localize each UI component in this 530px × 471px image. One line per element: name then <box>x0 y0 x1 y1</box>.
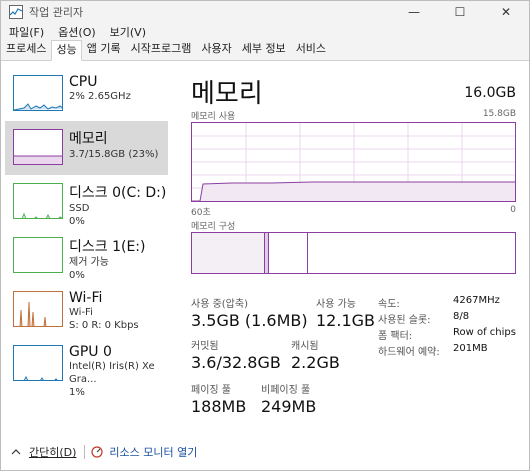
usage-graph-max: 15.8GB <box>482 109 516 119</box>
composition-standby <box>269 233 308 273</box>
usage-graph-label: 메모리 사용 <box>191 112 236 122</box>
sidebar-item-sub2: 1% <box>69 387 85 398</box>
sidebar-item-cpu[interactable]: CPU 2% 2.65GHz <box>5 67 168 121</box>
form-factor-label: 폼 팩터: <box>378 331 413 342</box>
sidebar-item-label: CPU <box>69 74 98 90</box>
memory-detail-panel: 메모리 16.0GB 메모리 사용 15.8GB 60초 0 메모리 구성 사용… <box>191 67 516 437</box>
sidebar-item-sub2: 0% <box>69 270 85 281</box>
sidebar-item-sub: 3.7/15.8GB (23%) <box>69 149 159 160</box>
sidebar-item-sub: SSD <box>69 203 90 214</box>
tab-services[interactable]: 서비스 <box>291 39 331 60</box>
speed-label: 속도: <box>378 299 400 310</box>
sidebar-item-disk-0[interactable]: 디스크 0(C: D:) SSD 0% <box>5 175 168 229</box>
sidebar-item-sub: Intel(R) Iris(R) Xe Gra... <box>69 361 155 385</box>
memory-composition-bar <box>191 232 516 274</box>
form-factor-value: Row of chips <box>453 327 516 338</box>
menu-view[interactable]: 보기(V) <box>110 24 146 40</box>
sidebar-item-label: 메모리 <box>69 131 108 147</box>
performance-sidebar: CPU 2% 2.65GHz 메모리 3.7/15.8GB (23%) 디스크 … <box>5 67 168 437</box>
resource-monitor-icon <box>91 446 104 458</box>
sidebar-item-disk-1[interactable]: 디스크 1(E:) 제거 가능 0% <box>5 229 168 283</box>
in-use-value: 3.5GB (1.6MB) <box>191 311 308 330</box>
cpu-graph-thumbnail <box>13 75 63 111</box>
available-label: 사용 가능 <box>316 299 356 310</box>
sidebar-item-label: Wi-Fi <box>69 290 103 306</box>
page-title: 메모리 <box>191 79 263 109</box>
cached-label: 캐시됨 <box>291 341 319 352</box>
committed-label: 커밋됨 <box>191 341 219 352</box>
menu-options[interactable]: 옵션(O) <box>58 24 95 40</box>
memory-graph-thumbnail <box>13 129 63 165</box>
sidebar-item-memory[interactable]: 메모리 3.7/15.8GB (23%) <box>5 121 168 175</box>
sidebar-item-sub: Wi-Fi <box>69 307 93 318</box>
sidebar-item-sub2: S: 0 R: 0 Kbps <box>69 320 139 331</box>
paged-pool-label: 페이징 풀 <box>191 385 231 396</box>
tab-startup[interactable]: 시작프로그램 <box>126 39 197 60</box>
available-value: 12.1GB <box>316 311 375 330</box>
sidebar-item-wifi[interactable]: Wi-Fi Wi-Fi S: 0 R: 0 Kbps <box>5 283 168 337</box>
memory-usage-graph <box>191 122 516 202</box>
sidebar-item-label: GPU 0 <box>69 344 112 360</box>
chevron-up-icon <box>11 449 21 455</box>
footer-divider <box>84 445 86 459</box>
collapse-label: 간단히(D) <box>29 446 77 459</box>
sidebar-item-gpu[interactable]: GPU 0 Intel(R) Iris(R) Xe Gra... 1% <box>5 337 168 398</box>
task-manager-window: 작업 관리자 — ☐ ✕ 파일(F) 옵션(O) 보기(V) 프로세스 성능 앱… <box>0 0 530 471</box>
committed-value: 3.6/32.8GB <box>191 353 281 372</box>
resource-monitor-label: 리소스 모니터 열기 <box>109 446 198 459</box>
open-resource-monitor-link[interactable]: 리소스 모니터 열기 <box>91 444 197 460</box>
hardware-reserved-value: 201MB <box>453 343 488 354</box>
slots-label: 사용된 슬롯: <box>378 315 431 326</box>
disk0-graph-thumbnail <box>13 183 63 219</box>
tab-users[interactable]: 사용자 <box>196 39 236 60</box>
tab-details[interactable]: 세부 정보 <box>237 39 291 60</box>
tab-processes[interactable]: 프로세스 <box>1 39 51 60</box>
maximize-button[interactable]: ☐ <box>437 1 483 23</box>
nonpaged-pool-value: 249MB <box>261 397 317 416</box>
window-title: 작업 관리자 <box>29 6 84 19</box>
title-bar: 작업 관리자 — ☐ ✕ <box>1 1 529 23</box>
time-axis-left: 60초 <box>191 208 211 218</box>
tab-performance[interactable]: 성능 <box>51 40 82 61</box>
minimize-button[interactable]: — <box>391 1 437 23</box>
nonpaged-pool-label: 비페이징 풀 <box>261 385 311 396</box>
sidebar-item-sub2: 0% <box>69 216 85 227</box>
wifi-graph-thumbnail <box>13 291 63 327</box>
sidebar-item-sub: 제거 가능 <box>69 257 109 268</box>
menu-file[interactable]: 파일(F) <box>9 24 44 40</box>
memory-total: 16.0GB <box>464 85 516 101</box>
composition-in-use <box>192 233 265 273</box>
hardware-reserved-label: 하드웨어 예약: <box>378 347 440 358</box>
tab-app-history[interactable]: 앱 기록 <box>82 39 126 60</box>
close-button[interactable]: ✕ <box>483 1 529 23</box>
in-use-label: 사용 중(압축) <box>191 299 248 310</box>
time-axis-right: 0 <box>510 205 516 215</box>
gpu-graph-thumbnail <box>13 345 63 381</box>
sidebar-item-sub: 2% 2.65GHz <box>69 91 131 102</box>
sidebar-item-label: 디스크 1(E:) <box>69 239 146 255</box>
sidebar-item-label: 디스크 0(C: D:) <box>69 185 167 201</box>
paged-pool-value: 188MB <box>191 397 247 416</box>
slots-value: 8/8 <box>453 311 470 322</box>
task-manager-icon <box>9 5 23 19</box>
collapse-button[interactable]: 간단히(D) <box>11 444 76 460</box>
tab-bar: 프로세스 성능 앱 기록 시작프로그램 사용자 세부 정보 서비스 <box>1 39 529 61</box>
footer-bar: 간단히(D) 리소스 모니터 열기 <box>1 441 529 463</box>
cached-value: 2.2GB <box>291 353 340 372</box>
speed-value: 4267MHz <box>453 295 500 306</box>
composition-label: 메모리 구성 <box>191 222 236 232</box>
disk1-graph-thumbnail <box>13 237 63 273</box>
